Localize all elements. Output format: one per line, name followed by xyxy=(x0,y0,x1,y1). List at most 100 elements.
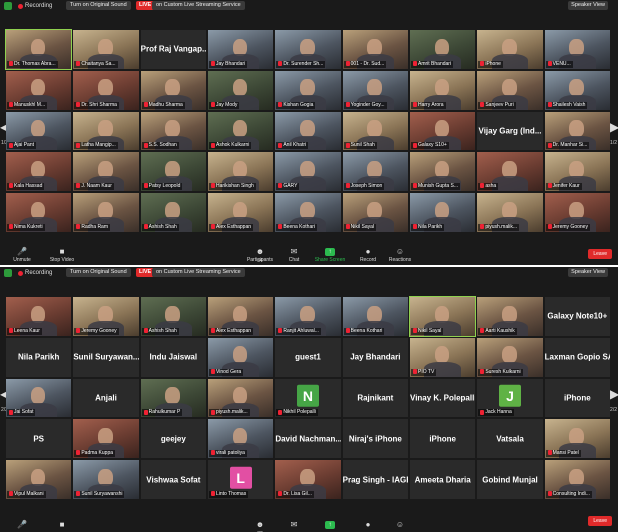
participant-tile[interactable]: Dr. Lisa Gil... xyxy=(275,460,341,499)
chat-button[interactable]: ✉ xyxy=(274,521,314,530)
recording-indicator[interactable]: Recording xyxy=(18,1,52,11)
participant-tile[interactable]: Patsy Leopold xyxy=(140,152,206,192)
participant-tile[interactable]: Dr. Surender Sh... xyxy=(275,30,341,69)
participant-tile[interactable]: J Jack Hanna xyxy=(477,378,543,418)
participant-tile[interactable]: Aarti Kaushik xyxy=(477,297,543,336)
participant-tile[interactable]: Jai Sofat xyxy=(6,378,72,418)
next-page-arrow-icon[interactable]: ▶ xyxy=(610,120,618,134)
participant-tile[interactable]: J. Naam Kaur xyxy=(73,152,139,192)
participant-tile[interactable]: Ashish Shah xyxy=(140,297,206,336)
participant-tile[interactable]: Ameeta Dharia xyxy=(410,460,476,499)
participant-tile[interactable]: N Nikhil Polepalli xyxy=(275,378,341,418)
participant-tile[interactable]: Latha Mangip... xyxy=(73,111,139,151)
participant-tile[interactable]: Nila Parikh xyxy=(410,193,476,232)
participant-tile[interactable]: Shailesh Vaish xyxy=(544,70,610,110)
participant-tile[interactable]: iPhone xyxy=(544,378,610,418)
participant-tile[interactable]: Anjali xyxy=(73,378,139,418)
stop-video-button[interactable]: ■ Stop Video xyxy=(42,248,82,264)
participant-tile[interactable]: Vijay Garg (Ind... xyxy=(477,111,543,151)
unmute-button[interactable]: 🎤 xyxy=(2,521,42,530)
participant-tile[interactable]: Nima Kukreti xyxy=(6,193,72,232)
participant-tile[interactable]: Ranjit Ahluwal... xyxy=(275,297,341,336)
participant-tile[interactable]: Yoginder Goy... xyxy=(342,70,408,110)
participant-tile[interactable]: Dr. Thomas Abra... xyxy=(4,29,73,70)
participant-tile[interactable]: Beena Kothari xyxy=(275,193,341,232)
participant-tile[interactable]: Vipul Malkani xyxy=(6,460,72,499)
participant-tile[interactable]: Suresh Kulkarni xyxy=(477,337,543,377)
participant-tile[interactable]: Munish Gupta S... xyxy=(410,152,476,192)
participant-tile[interactable]: Laxman Gopio SA xyxy=(544,337,610,377)
participant-tile[interactable]: guest1 xyxy=(275,337,341,377)
participant-tile[interactable]: Ashish Shah xyxy=(140,193,206,232)
participant-tile[interactable]: Jenifer Kaur xyxy=(544,152,610,192)
participant-tile[interactable]: PIO TV xyxy=(410,337,476,377)
participant-tile[interactable]: Padma Kuppa xyxy=(73,419,139,459)
participant-tile[interactable]: Anil Khatri xyxy=(275,111,341,151)
participant-tile[interactable]: Amrit Bhandari xyxy=(410,30,476,69)
participant-tile[interactable]: Galaxy Note10+ xyxy=(544,297,610,336)
participant-tile[interactable]: Gobind Munjal xyxy=(477,460,543,499)
participant-tile[interactable]: iPhone xyxy=(477,30,543,69)
speaker-view-button[interactable]: Speaker View xyxy=(568,268,608,277)
participant-tile[interactable]: Vishwaa Sofat xyxy=(140,460,206,499)
participant-tile[interactable]: Madhu Sharma xyxy=(140,70,206,110)
participant-tile[interactable]: Jay Bhandari xyxy=(208,30,274,69)
participant-tile[interactable]: Kishan Gogia xyxy=(275,70,341,110)
participant-tile[interactable]: Dr. Manhar Si... xyxy=(544,111,610,151)
participant-tile[interactable]: geejey xyxy=(140,419,206,459)
participant-tile[interactable]: iPhone xyxy=(410,419,476,459)
participant-tile[interactable]: Vinod Gera xyxy=(208,337,274,377)
participant-tile[interactable]: Harikishan Singh xyxy=(208,152,274,192)
participant-tile[interactable]: Vatsala xyxy=(477,419,543,459)
leave-button[interactable]: Leave xyxy=(588,516,612,526)
participant-tile[interactable]: Prag Singh - IAGB xyxy=(342,460,408,499)
participant-tile[interactable]: Consulting Indi... xyxy=(544,460,610,499)
participant-tile[interactable]: Niraj's iPhone xyxy=(342,419,408,459)
share-screen-button[interactable]: ↑ Share Screen xyxy=(310,248,350,263)
participant-tile[interactable]: L Linto Thomas xyxy=(208,460,274,499)
participant-tile[interactable]: Radha Ram xyxy=(73,193,139,232)
participant-tile[interactable]: Beena Kothari xyxy=(342,297,408,336)
participant-tile[interactable]: Jeremy Gooney xyxy=(73,297,139,336)
participant-tile[interactable]: Alex Esthappan xyxy=(208,297,274,336)
participant-tile[interactable]: Leena Kaur xyxy=(6,297,72,336)
participant-tile[interactable]: Manuskhl M... xyxy=(6,70,72,110)
participant-tile[interactable]: Mansi Patel xyxy=(544,419,610,459)
participant-tile[interactable]: Prof Raj Vangap... xyxy=(140,30,206,69)
live-stream-service-button[interactable]: on Custom Live Streaming Service xyxy=(152,268,245,277)
participant-tile[interactable]: Nila Parikh xyxy=(6,337,72,377)
participant-tile[interactable]: Jay Mody xyxy=(208,70,274,110)
participant-tile[interactable]: Rahulkumar P xyxy=(140,378,206,418)
participant-tile[interactable]: Jeremy Gooney xyxy=(544,193,610,232)
original-sound-button[interactable]: Turn on Original Sound xyxy=(66,268,131,277)
participant-tile[interactable]: Jay Bhandari xyxy=(342,337,408,377)
participant-tile[interactable]: Ajai Pant xyxy=(6,111,72,151)
participant-tile[interactable]: Sanjeev Puri xyxy=(477,70,543,110)
participant-tile[interactable]: Sunil Suryawan... xyxy=(73,337,139,377)
original-sound-button[interactable]: Turn on Original Sound xyxy=(66,1,131,10)
participant-tile[interactable]: S.S. Sodhan xyxy=(140,111,206,151)
next-page-arrow-icon[interactable]: ▶ xyxy=(610,387,618,401)
chat-button[interactable]: ✉ Chat xyxy=(274,248,314,264)
live-stream-service-button[interactable]: on Custom Live Streaming Service xyxy=(152,1,245,10)
share-screen-button[interactable]: ↑ xyxy=(310,521,350,530)
participant-tile[interactable]: Sunil Shah xyxy=(342,111,408,151)
leave-button[interactable]: Leave xyxy=(588,249,612,259)
participant-tile[interactable]: asha xyxy=(477,152,543,192)
participant-tile[interactable]: Rajnikant xyxy=(342,378,408,418)
participant-tile[interactable]: piyush.malik... xyxy=(208,378,274,418)
participant-tile[interactable]: Indu Jaiswal xyxy=(140,337,206,377)
recording-indicator[interactable]: Recording xyxy=(18,268,52,278)
participant-tile[interactable]: Joseph Simon xyxy=(342,152,408,192)
participant-tile[interactable]: piyush.malik... xyxy=(477,193,543,232)
participant-tile[interactable]: virali patoliya xyxy=(208,419,274,459)
participant-tile[interactable]: Sunil Suryawanshi xyxy=(73,460,139,499)
reactions-button[interactable]: ☺ xyxy=(380,521,420,530)
participant-tile[interactable]: Alex Esthappan xyxy=(208,193,274,232)
participant-tile[interactable]: Vinay K. Polepalli xyxy=(410,378,476,418)
stop-video-button[interactable]: ■ xyxy=(42,521,82,530)
participant-tile[interactable]: David Nachman... xyxy=(275,419,341,459)
participant-tile[interactable]: 001 - Dr. Sud... xyxy=(342,30,408,69)
speaker-view-button[interactable]: Speaker View xyxy=(568,1,608,10)
participant-tile[interactable]: Nikil Sayal xyxy=(342,193,408,232)
